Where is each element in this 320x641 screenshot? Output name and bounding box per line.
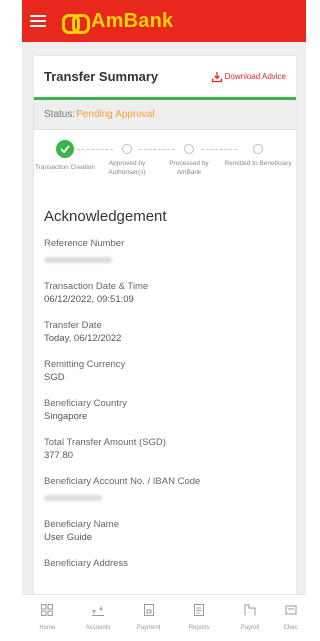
field-value: User Guide <box>44 532 93 543</box>
pending-step-icon <box>253 144 263 154</box>
step-transaction-creation: Transaction Creation <box>34 140 96 172</box>
step-processed: Processed by AmBank <box>158 140 220 177</box>
nav-label: Accounts <box>85 625 111 631</box>
nav-label: Home <box>39 625 56 631</box>
acknowledgement-heading: Acknowledgement <box>44 208 167 225</box>
field-value: Today, 06/12/2022 <box>44 333 122 344</box>
payroll-icon <box>244 604 256 616</box>
pending-step-icon <box>122 144 132 154</box>
field-beneficiary-name: Beneficiary Name User Guide <box>34 518 296 545</box>
status-value: Pending Approval <box>76 109 155 120</box>
field-beneficiary-account: Beneficiary Account No. / IBAN Code <box>34 475 296 506</box>
redacted-value <box>44 257 112 263</box>
step-approved: Approved by Authoriser(s) <box>96 140 158 177</box>
download-advice-label: Download Advice <box>224 72 286 81</box>
home-icon <box>41 604 54 616</box>
download-icon <box>211 71 222 82</box>
nav-reports[interactable]: Reports <box>177 603 221 631</box>
cheque-icon <box>285 605 297 615</box>
field-beneficiary-country: Beneficiary Country Singapore <box>34 397 296 424</box>
redacted-value <box>44 495 102 501</box>
field-label: Transfer Date <box>44 320 102 331</box>
field-remitting-currency: Remitting Currency SGD <box>34 358 296 385</box>
field-reference-number: Reference Number <box>34 237 296 268</box>
field-label: Beneficiary Country <box>44 398 127 409</box>
app-header: AmBank <box>22 0 306 42</box>
reports-icon <box>194 604 205 616</box>
card-title: Transfer Summary <box>44 69 159 84</box>
step-label: Approved by Authoriser(s) <box>108 160 146 176</box>
check-circle-icon <box>56 140 74 158</box>
field-transaction-date: Transaction Date & Time 06/12/2022, 09:5… <box>34 280 296 307</box>
content-area: Transfer Summary Download Advice Status:… <box>22 42 306 602</box>
hamburger-menu-icon[interactable] <box>30 15 46 27</box>
field-total-transfer-amount: Total Transfer Amount (SGD) 377.80 <box>34 436 296 463</box>
field-value: 06/12/2022, 09:51:09 <box>44 294 134 305</box>
field-label: Transaction Date & Time <box>44 281 149 292</box>
nav-label: Payroll <box>240 625 260 631</box>
nav-payroll[interactable]: Payroll <box>228 603 272 631</box>
payment-icon <box>143 604 154 616</box>
brand-name: AmBank <box>91 9 174 32</box>
nav-label: Payment <box>136 625 161 631</box>
status-label: Status: <box>44 109 76 120</box>
nav-payment[interactable]: Payment <box>127 603 171 631</box>
step-label: Remitted to Beneficiary <box>224 160 292 167</box>
ambank-logo: AmBank <box>62 9 174 34</box>
step-label: Processed by AmBank <box>169 160 209 176</box>
download-advice-button[interactable]: Download Advice <box>211 71 286 83</box>
field-label: Beneficiary Address <box>44 558 128 569</box>
field-transfer-date: Transfer Date Today, 06/12/2022 <box>34 319 296 346</box>
field-label: Beneficiary Account No. / IBAN Code <box>44 476 201 487</box>
field-label: Reference Number <box>44 238 125 249</box>
field-value: SGD <box>44 372 65 383</box>
bottom-navigation: Home Accounts Payment Reports Payroll Ch… <box>22 594 306 641</box>
step-remitted: Remitted to Beneficiary <box>222 140 294 168</box>
nav-cheque[interactable]: Chec <box>279 603 303 631</box>
field-label: Remitting Currency <box>44 359 126 370</box>
nav-accounts[interactable]: Accounts <box>76 603 120 631</box>
field-label: Total Transfer Amount (SGD) <box>44 437 166 448</box>
pending-step-icon <box>184 144 194 154</box>
progress-steps: Transaction Creation Approved by Authori… <box>34 136 296 206</box>
step-label: Transaction Creation <box>34 164 96 171</box>
nav-label: Chec <box>283 625 298 631</box>
card-header: Transfer Summary Download Advice <box>34 56 296 100</box>
transfer-summary-card: Transfer Summary Download Advice Status:… <box>34 56 296 602</box>
accounts-icon <box>91 606 104 616</box>
nav-home[interactable]: Home <box>25 603 69 631</box>
status-bar: Status: Pending Approval <box>34 100 296 130</box>
field-value: Singapore <box>44 411 88 422</box>
field-beneficiary-address: Beneficiary Address <box>34 557 296 570</box>
app-screen: AmBank Transfer Summary Download Advice … <box>0 0 311 641</box>
nav-label: Reports <box>188 625 210 631</box>
field-label: Beneficiary Name <box>44 519 119 530</box>
field-value: 377.80 <box>44 450 74 461</box>
ambank-logo-mark-icon <box>62 14 90 34</box>
